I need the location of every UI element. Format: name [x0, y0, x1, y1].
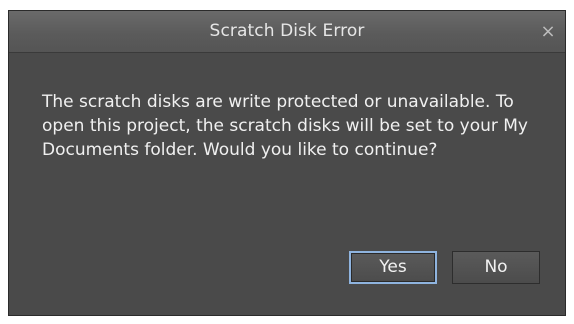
no-button[interactable]: No — [452, 251, 540, 284]
yes-button[interactable]: Yes — [349, 251, 437, 284]
dialog-title: Scratch Disk Error — [209, 21, 365, 41]
close-icon[interactable]: × — [537, 21, 559, 43]
dialog-message: The scratch disks are write protected or… — [42, 92, 528, 160]
scratch-disk-error-dialog: Scratch Disk Error × The scratch disks a… — [8, 10, 566, 316]
dialog-titlebar[interactable]: Scratch Disk Error × — [9, 11, 565, 53]
